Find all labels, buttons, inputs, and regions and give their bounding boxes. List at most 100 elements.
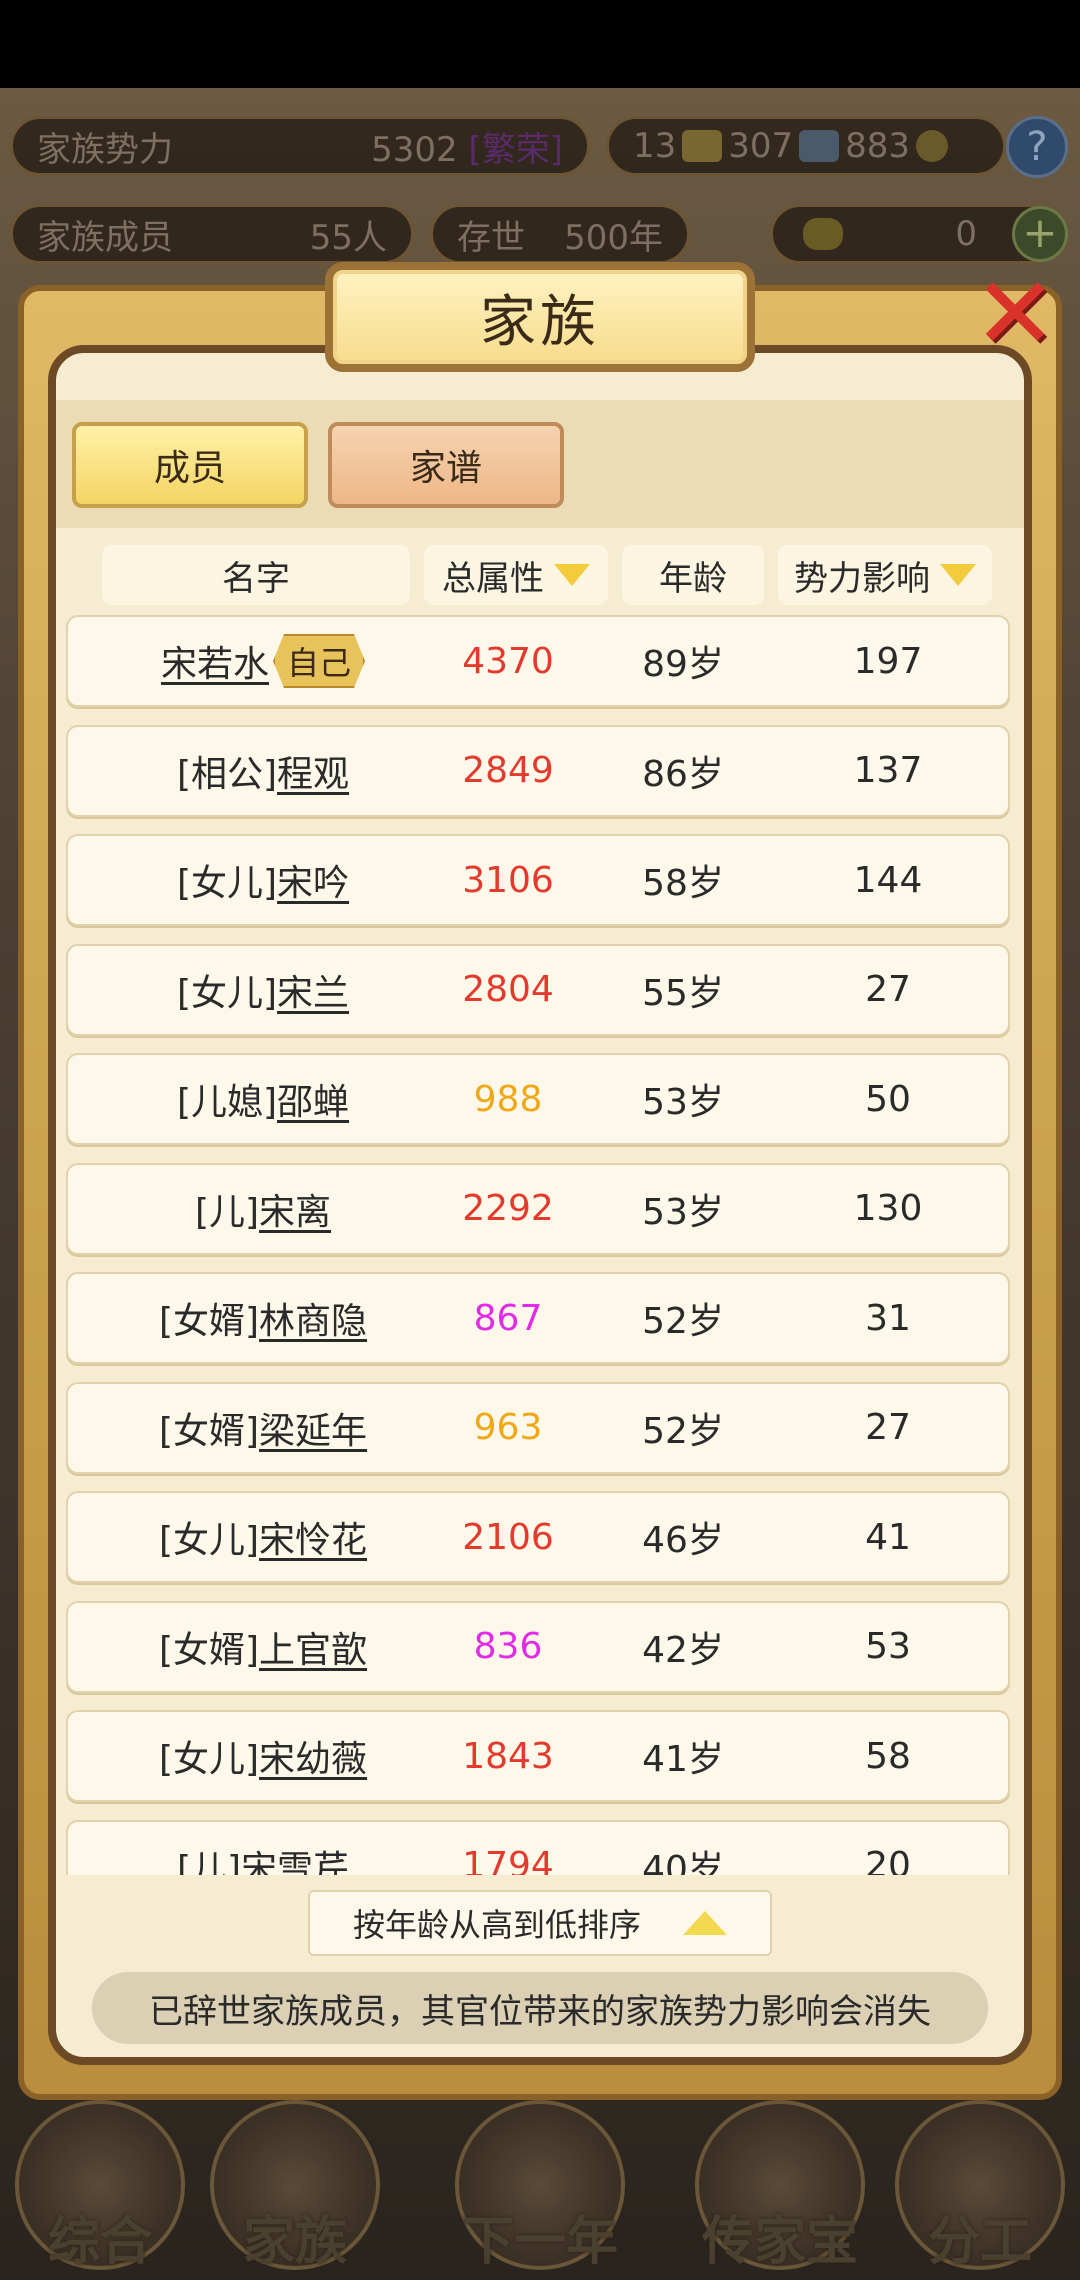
- deceased-notice: 已辞世家族成员，其官位带来的家族势力影响会消失: [92, 1972, 988, 2044]
- member-relation: [儿媳]: [176, 1082, 278, 1123]
- close-icon: ✕: [973, 254, 1057, 372]
- nav-family[interactable]: 家族: [195, 2100, 395, 2280]
- member-relation: [女儿]: [158, 1520, 260, 1561]
- nav-next-year-label: 下一年: [461, 2212, 618, 2272]
- member-influence: 27: [865, 1407, 911, 1448]
- member-age: 58岁: [642, 863, 724, 904]
- bottom-nav: 综合 家族 下一年 传家宝 分工: [0, 2100, 1080, 2280]
- member-relation: [女儿]: [176, 863, 278, 904]
- column-header-name: 名字: [102, 545, 410, 605]
- member-total-attr: 3106: [462, 859, 554, 901]
- self-badge: 自己: [273, 634, 366, 688]
- member-name-cell: [女婿] 上官歆: [68, 1603, 458, 1691]
- member-total-attr: 2292: [462, 1188, 554, 1229]
- status-bar: [0, 0, 1080, 88]
- member-relation: [女婿]: [158, 1410, 260, 1452]
- nav-overview[interactable]: 综合: [0, 2100, 200, 2280]
- modal-title: 家族: [325, 262, 755, 372]
- member-name-cell: [女儿] 宋幼薇: [68, 1712, 458, 1800]
- currency-coin-value: 883: [845, 126, 911, 166]
- member-age: 55岁: [642, 972, 724, 1014]
- family-age-value: 500年: [564, 217, 663, 258]
- member-influence: 144: [853, 859, 923, 901]
- tab-members[interactable]: 成员: [72, 422, 308, 508]
- nav-next-year[interactable]: 下一年: [425, 2100, 655, 2280]
- member-name-link[interactable]: 梁延年: [259, 1402, 367, 1454]
- member-name-cell: [女儿] 宋兰: [68, 946, 458, 1034]
- nav-assign-label: 分工: [927, 2212, 1032, 2272]
- column-header-influence-label: 势力影响: [794, 558, 930, 599]
- member-total-attr: 988: [473, 1078, 543, 1120]
- member-row[interactable]: [女儿] 宋兰 2804 55岁 27: [66, 943, 1010, 1036]
- member-age: 52岁: [642, 1410, 724, 1452]
- member-total-attr: 2804: [462, 969, 554, 1010]
- member-name-cell: [儿媳] 邵蝉: [68, 1055, 458, 1143]
- member-name-link[interactable]: 林商隐: [259, 1292, 367, 1344]
- member-total-attr: 836: [473, 1626, 543, 1667]
- nav-assign[interactable]: 分工: [880, 2100, 1080, 2280]
- member-name-link[interactable]: 宋吟: [277, 854, 349, 906]
- member-influence: 31: [865, 1297, 911, 1339]
- column-header-attr[interactable]: 总属性: [424, 545, 608, 605]
- member-age: 89岁: [642, 644, 724, 685]
- member-relation: [女儿]: [158, 1739, 260, 1780]
- column-header-age: 年龄: [622, 545, 764, 605]
- member-age: 52岁: [642, 1301, 724, 1342]
- help-icon[interactable]: ?: [1006, 116, 1068, 178]
- member-row[interactable]: [女儿] 宋吟 3106 58岁 144: [66, 834, 1010, 926]
- sort-up-icon: [683, 1911, 727, 1935]
- family-members-value: 55人: [309, 217, 387, 258]
- column-header-age-label: 年龄: [659, 558, 727, 599]
- member-name-link[interactable]: 宋雪芹: [241, 1840, 349, 1876]
- column-header-attr-label: 总属性: [442, 558, 544, 599]
- member-total-attr: 867: [473, 1297, 543, 1339]
- member-row[interactable]: [相公] 程观 2849 86岁 137: [66, 724, 1010, 817]
- member-name-cell: [女儿] 宋怜花: [68, 1493, 458, 1581]
- member-name-link[interactable]: 程观: [277, 745, 349, 797]
- member-row[interactable]: [儿] 宋雪芹 1794 40岁 20: [66, 1819, 1010, 1876]
- member-row[interactable]: [女婿] 梁延年 963 52岁 27: [66, 1381, 1010, 1474]
- member-row[interactable]: [儿媳] 邵蝉 988 53岁 50: [66, 1053, 1010, 1145]
- member-name-cell: [儿] 宋离: [68, 1165, 458, 1253]
- member-total-attr: 4370: [462, 640, 554, 682]
- member-name-link[interactable]: 上官歆: [259, 1621, 367, 1673]
- family-power-label: 家族势力: [37, 129, 173, 170]
- member-name-link[interactable]: 宋兰: [277, 964, 349, 1016]
- member-influence: 130: [853, 1188, 923, 1229]
- member-list[interactable]: 宋若水 自己 4370 89岁 197 [相公] 程观 2849 86岁 137 [女儿] 宋吟 310…: [66, 615, 1010, 1875]
- sort-by-age-button[interactable]: 按年龄从高到低排序: [308, 1890, 772, 1956]
- member-influence: 20: [865, 1845, 911, 1875]
- member-row[interactable]: [女婿] 上官歆 836 42岁 53: [66, 1600, 1010, 1693]
- member-influence: 53: [865, 1626, 911, 1667]
- nav-heirloom[interactable]: 传家宝: [680, 2100, 880, 2280]
- family-power-panel: 家族势力 5302 [繁荣]: [10, 116, 590, 176]
- member-name-link[interactable]: 宋若水: [161, 635, 269, 687]
- tab-genealogy[interactable]: 家谱: [328, 422, 564, 508]
- family-power-value: 5302: [371, 129, 458, 170]
- member-name-link[interactable]: 宋幼薇: [259, 1730, 367, 1782]
- member-influence: 41: [865, 1516, 911, 1558]
- member-row[interactable]: [女儿] 宋幼薇 1843 41岁 58: [66, 1710, 1010, 1802]
- nav-heirloom-label: 传家宝: [701, 2212, 858, 2272]
- member-influence: 58: [865, 1735, 911, 1777]
- currency-gold-value: 13: [633, 126, 677, 166]
- member-total-attr: 1843: [462, 1735, 554, 1777]
- nav-family-label: 家族: [242, 2212, 347, 2272]
- close-button[interactable]: ✕: [960, 255, 1070, 372]
- member-total-attr: 963: [473, 1407, 543, 1448]
- member-name-link[interactable]: 宋离: [259, 1183, 331, 1235]
- member-total-attr: 2106: [462, 1516, 554, 1558]
- member-total-attr: 1794: [462, 1845, 554, 1875]
- member-relation: [相公]: [176, 753, 278, 795]
- member-name-link[interactable]: 邵蝉: [277, 1073, 349, 1125]
- coin-icon: [916, 130, 949, 162]
- member-row[interactable]: [女婿] 林商隐 867 52岁 31: [66, 1272, 1010, 1364]
- family-age-label: 存世: [457, 217, 525, 258]
- member-name-link[interactable]: 宋怜花: [259, 1511, 367, 1563]
- member-row[interactable]: 宋若水 自己 4370 89岁 197: [66, 615, 1010, 707]
- member-row[interactable]: [儿] 宋离 2292 53岁 130: [66, 1162, 1010, 1255]
- member-age: 40岁: [642, 1848, 724, 1876]
- member-age: 53岁: [642, 1191, 724, 1233]
- column-header-influence[interactable]: 势力影响: [778, 545, 992, 605]
- member-row[interactable]: [女儿] 宋怜花 2106 46岁 41: [66, 1491, 1010, 1583]
